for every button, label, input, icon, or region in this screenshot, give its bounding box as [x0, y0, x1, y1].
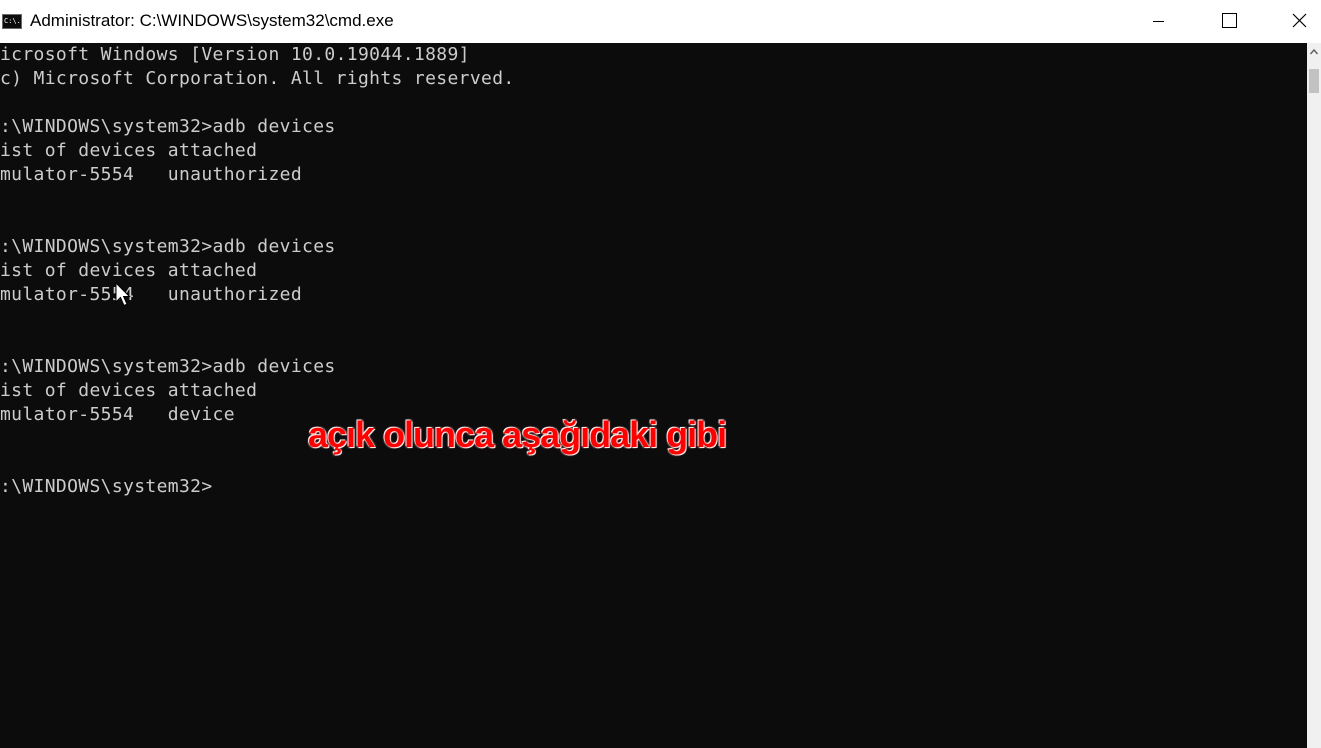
console-line: mulator-5554 unauthorized [0, 164, 303, 185]
console-output[interactable]: icrosoft Windows [Version 10.0.19044.188… [0, 43, 1307, 748]
minimize-button[interactable] [1125, 0, 1195, 43]
close-button[interactable] [1264, 0, 1321, 43]
console-line: mulator-5554 unauthorized [0, 284, 303, 305]
scrollbar-thumb[interactable] [1309, 69, 1319, 93]
annotation-text: açık olunca aşağıdaki gibi [308, 414, 727, 455]
cmd-window: C:\. Administrator: C:\WINDOWS\system32\… [0, 0, 1321, 748]
scroll-up-arrow-icon[interactable] [1307, 43, 1321, 60]
console-line: :\WINDOWS\system32>adb devices [0, 116, 336, 137]
close-icon [1292, 13, 1307, 28]
console-line: ist of devices attached [0, 260, 258, 281]
console-line: ist of devices attached [0, 140, 258, 161]
vertical-scrollbar[interactable] [1307, 43, 1321, 748]
window-title: Administrator: C:\WINDOWS\system32\cmd.e… [30, 11, 394, 30]
minimize-icon [1153, 21, 1164, 22]
console-line: :\WINDOWS\system32>adb devices [0, 236, 336, 257]
console-line: mulator-5554 device [0, 404, 235, 425]
console-line: c) Microsoft Corporation. All rights res… [0, 68, 515, 89]
cmd-app-icon[interactable]: C:\. [2, 14, 22, 29]
mouse-pointer-icon [115, 282, 131, 307]
maximize-icon [1222, 13, 1237, 28]
title-bar[interactable]: C:\. Administrator: C:\WINDOWS\system32\… [0, 0, 1321, 43]
console-line: :\WINDOWS\system32>adb devices [0, 356, 336, 377]
maximize-button[interactable] [1194, 0, 1264, 43]
console-line: ist of devices attached [0, 380, 258, 401]
console-prompt-line: :\WINDOWS\system32> [0, 476, 213, 497]
console-line: icrosoft Windows [Version 10.0.19044.188… [0, 44, 470, 65]
